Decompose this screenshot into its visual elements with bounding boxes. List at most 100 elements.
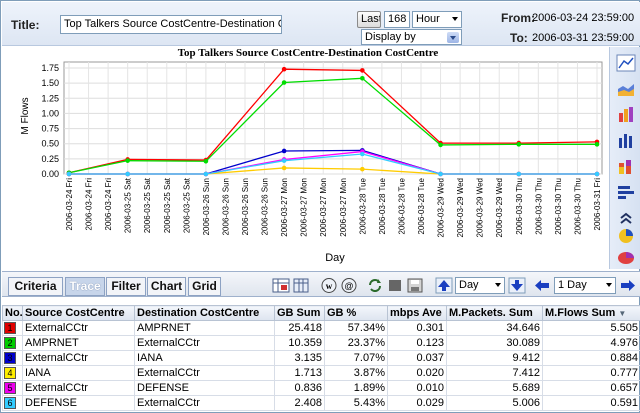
x-tick-label: 2006-03-30 Thu xyxy=(554,178,563,235)
data-point xyxy=(66,171,72,177)
table-body: 1 ExternalCCtr AMPRNET 25.418 57.34% 0.301 34.… xyxy=(2,320,640,411)
x-tick-label: 2006-03-29 Wed xyxy=(495,178,504,237)
x-tick-label: 2006-03-28 Tue xyxy=(417,177,426,234)
row-number: 2 xyxy=(2,335,23,351)
3d-bar-chart-icon[interactable] xyxy=(616,105,636,123)
x-tick-label: 2006-03-28 Tue xyxy=(397,177,406,234)
table-row[interactable]: 1 ExternalCCtr AMPRNET 25.418 57.34% 0.301 34.… xyxy=(2,320,640,336)
flows-cell: 0.591 xyxy=(542,395,640,411)
gb-sum-cell: 25.418 xyxy=(274,320,325,336)
email-icon[interactable]: @ xyxy=(340,277,358,294)
gb-pct-cell: 7.07% xyxy=(324,350,388,366)
column-header-gb-pct[interactable]: GB % xyxy=(324,305,388,321)
series-color-swatch: 3 xyxy=(4,352,16,364)
unit-select[interactable]: Hour xyxy=(412,11,462,28)
column-header-gb-sum[interactable]: GB Sum xyxy=(274,305,325,321)
horizontal-bar-icon[interactable] xyxy=(616,183,636,201)
x-tick-label: 2006-03-25 Sat xyxy=(124,177,133,233)
data-point xyxy=(203,171,209,177)
packets-cell: 30.089 xyxy=(446,335,543,351)
column-header-mbps[interactable]: mbps Ave xyxy=(387,305,447,321)
chevron-down-icon xyxy=(447,32,459,43)
table-row[interactable]: 6 DEFENSE ExternalCCtr 2.408 5.43% 0.029 5.006… xyxy=(2,395,640,411)
y-tick-label: 1.50 xyxy=(41,78,59,88)
refresh-icon[interactable] xyxy=(366,277,384,294)
gb-pct-cell: 5.43% xyxy=(324,395,388,411)
packets-cell: 5.006 xyxy=(446,395,543,411)
series-color-swatch: 1 xyxy=(4,322,16,334)
columns-icon[interactable] xyxy=(292,277,310,294)
data-point xyxy=(516,142,522,147)
table-header-row: No. Source CostCentre Destination CostCe… xyxy=(2,305,640,321)
gb-pct-cell: 1.89% xyxy=(324,380,388,396)
flows-cell: 0.777 xyxy=(542,365,640,381)
data-point xyxy=(125,158,130,163)
granularity-select[interactable]: Day xyxy=(455,277,505,294)
tab-criteria[interactable]: Criteria xyxy=(8,277,63,296)
arrow-down-icon[interactable] xyxy=(508,277,526,294)
row-number: 1 xyxy=(2,320,23,336)
column-header-packets[interactable]: M.Packets. Sum xyxy=(446,305,543,321)
data-point xyxy=(360,151,365,157)
table-row[interactable]: 2 AMPRNET ExternalCCtr 10.359 23.37% 0.123 30.… xyxy=(2,335,640,351)
x-tick-label: 2006-03-27 Mon xyxy=(339,178,348,237)
title-input[interactable]: Top Talkers Source CostCentre-Destinatio… xyxy=(60,15,282,34)
series-color-swatch: 6 xyxy=(4,397,16,409)
destination-cell: ExternalCCtr xyxy=(134,335,275,351)
x-tick-label: 2006-03-25 Sat xyxy=(143,177,152,233)
x-tick-label: 2006-03-30 Thu xyxy=(573,178,582,235)
column-header-destination[interactable]: Destination CostCentre xyxy=(134,305,275,321)
series-color-swatch: 2 xyxy=(4,337,16,349)
column-header-flows[interactable]: M.Flows Sum ▼ xyxy=(542,305,640,321)
bar-chart-icon[interactable] xyxy=(616,131,636,149)
flows-cell: 0.657 xyxy=(542,380,640,396)
gb-pct-cell: 23.37% xyxy=(324,335,388,351)
flows-cell: 5.505 xyxy=(542,320,640,336)
granularity-value: Day xyxy=(459,279,479,291)
data-point xyxy=(594,142,600,147)
tab-filter[interactable]: Filter xyxy=(106,277,146,296)
display-by-select[interactable]: Display by xyxy=(361,29,462,45)
last-count-input[interactable]: 168 xyxy=(384,11,410,28)
table-settings-icon[interactable] xyxy=(272,277,290,294)
data-point xyxy=(281,148,287,154)
x-tick-label: 2006-03-29 Wed xyxy=(456,178,465,237)
x-tick-label: 2006-03-24 Fri xyxy=(65,178,74,231)
save-icon[interactable] xyxy=(406,277,424,294)
chart-grid xyxy=(63,61,603,175)
column-header-no[interactable]: No. xyxy=(2,305,23,321)
series-color-swatch: 5 xyxy=(4,382,16,394)
arrow-up-icon[interactable] xyxy=(435,277,453,294)
table-row[interactable]: 4 IANA ExternalCCtr 1.713 3.87% 0.020 7.412 0.7… xyxy=(2,365,640,381)
column-header-source[interactable]: Source CostCentre xyxy=(22,305,135,321)
y-axis-label: M Flows xyxy=(20,97,31,134)
period-select[interactable]: 1 Day xyxy=(554,277,616,294)
results-table: No. Source CostCentre Destination CostCe… xyxy=(2,305,640,411)
data-point xyxy=(281,158,287,163)
collapse-icon[interactable] xyxy=(616,209,636,227)
data-point xyxy=(360,166,365,172)
pie-chart-icon[interactable] xyxy=(616,227,636,245)
destination-cell: IANA xyxy=(134,350,275,366)
tab-grid[interactable]: Grid xyxy=(188,277,221,296)
web-icon[interactable]: w xyxy=(320,277,338,294)
gb-pct-cell: 57.34% xyxy=(324,320,388,336)
x-tick-labels: 2006-03-24 Fri 2006-03-24 Fri 2006-03-24 F… xyxy=(65,177,602,237)
x-tick-label: 2006-03-28 Tue xyxy=(358,177,367,234)
stacked-bar-icon[interactable] xyxy=(616,157,636,175)
series-color-swatch: 4 xyxy=(4,367,16,379)
line-chart-icon[interactable] xyxy=(616,54,636,72)
y-tick-label: 0.50 xyxy=(41,139,59,149)
3d-pie-chart-icon[interactable] xyxy=(616,249,636,267)
table-row[interactable]: 3 ExternalCCtr IANA 3.135 7.07% 0.037 9.412 0.8… xyxy=(2,350,640,366)
stop-icon[interactable] xyxy=(386,277,404,294)
tab-chart[interactable]: Chart xyxy=(147,277,186,296)
table-row[interactable]: 5 ExternalCCtr DEFENSE 0.836 1.89% 0.010 5.689… xyxy=(2,380,640,396)
last-button[interactable]: Last xyxy=(357,11,381,28)
y-tick-label: 0.25 xyxy=(41,154,59,164)
tab-trace[interactable]: Trace xyxy=(65,277,105,296)
area-chart-icon[interactable] xyxy=(616,80,636,98)
arrow-right-icon[interactable] xyxy=(619,277,637,294)
arrow-left-icon[interactable] xyxy=(533,277,551,294)
data-point xyxy=(594,171,600,177)
